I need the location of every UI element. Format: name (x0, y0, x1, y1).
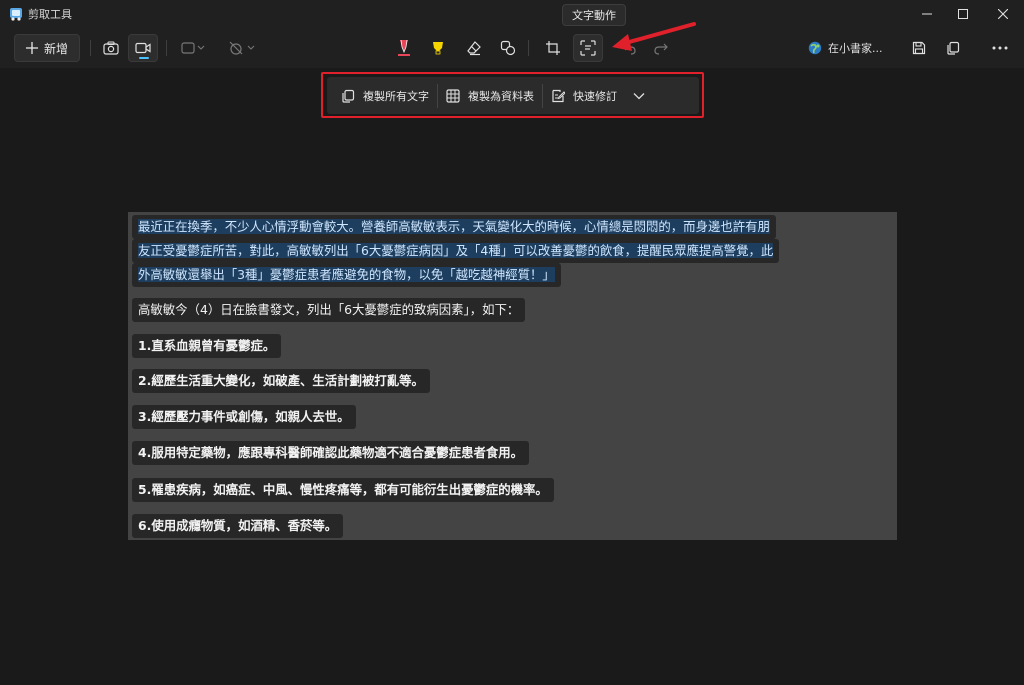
toolbar: 新增 在小書家... (0, 28, 1024, 68)
text-action-bar: 複製所有文字 複製為資料表 快速修訂 (327, 77, 699, 114)
eraser-icon (467, 41, 481, 56)
shapes-button[interactable] (493, 34, 523, 62)
camera-icon (103, 41, 119, 55)
shapes-icon (500, 40, 516, 56)
snipping-tool-window: 剪取工具 新增 在小書家... 文字動作 複製所有文字 複製為資料表 快速修訂 … (0, 0, 1024, 685)
pen-icon (398, 39, 410, 56)
quick-redact-label: 快速修訂 (573, 89, 617, 103)
chevron-down-icon (633, 92, 645, 99)
title-bar: 剪取工具 (0, 0, 1024, 28)
copy-all-text-label: 複製所有文字 (363, 89, 429, 103)
active-mode-indicator (139, 57, 149, 59)
snip-shape-dropdown[interactable] (176, 34, 210, 62)
list-item[interactable]: 5.罹患疾病，如癌症、中風、慢性疼痛等，都有可能衍生出憂鬱症的機率。 (132, 478, 554, 502)
close-button[interactable] (985, 0, 1021, 28)
window-title: 剪取工具 (28, 8, 72, 21)
crop-button[interactable] (538, 34, 568, 62)
screenshot-mode-button[interactable] (96, 34, 126, 62)
edit-note-icon (552, 89, 565, 102)
video-camera-icon (135, 42, 151, 54)
list-item[interactable]: 2.經歷生活重大變化，如破產、生活計劃被打亂等。 (132, 369, 430, 393)
annotation-arrow-icon (612, 22, 696, 51)
ballpoint-pen-button[interactable] (389, 34, 419, 62)
delay-timer-dropdown[interactable] (224, 34, 260, 62)
toolbar-divider (528, 40, 529, 56)
new-snip-button[interactable]: 新增 (14, 34, 80, 62)
crop-icon (546, 41, 560, 55)
no-timer-icon (229, 41, 255, 55)
video-mode-button[interactable] (128, 34, 158, 62)
text-actions-button[interactable] (573, 34, 603, 62)
eraser-button[interactable] (459, 34, 489, 62)
more-icon (992, 46, 1008, 50)
paragraph-2[interactable]: 高敏敏今（4）日在臉書發文，列出「6大憂鬱症的致病因素」，如下： (132, 298, 526, 322)
list-item[interactable]: 6.使用成癮物質，如酒精、香菸等。 (132, 514, 344, 538)
list-item[interactable]: 3.經歷壓力事件或創傷，如親人去世。 (132, 405, 356, 429)
more-text-actions-dropdown[interactable] (625, 82, 653, 110)
copy-icon (947, 41, 960, 55)
copy-as-table-label: 複製為資料表 (468, 89, 534, 103)
paragraph-1-line-1[interactable]: 最近正在換季，不少人心情浮動會較大。營養師高敏敏表示，天氣變化大的時候，心情總是… (132, 215, 776, 239)
minimize-icon (922, 13, 932, 15)
plus-icon (25, 42, 38, 54)
rectangle-snip-icon (181, 42, 205, 54)
list-item[interactable]: 1.直系血親曾有憂鬱症。 (132, 334, 282, 358)
highlighter-icon (433, 42, 443, 55)
quick-redact-button[interactable]: 快速修訂 (543, 82, 625, 110)
copy-button[interactable] (938, 34, 968, 62)
maximize-icon (958, 9, 968, 19)
toolbar-divider (90, 40, 91, 56)
maximize-button[interactable] (945, 0, 981, 28)
minimize-button[interactable] (909, 0, 945, 28)
account-area[interactable]: 在小書家... (808, 40, 883, 56)
text-actions-icon (580, 40, 596, 56)
highlighter-button[interactable] (423, 34, 453, 62)
close-icon (998, 9, 1008, 19)
more-options-button[interactable] (985, 34, 1015, 62)
new-snip-label: 新增 (43, 41, 68, 56)
list-item[interactable]: 4.服用特定藥物，應跟專科醫師確認此藥物適不適合憂鬱症患者食用。 (132, 441, 530, 465)
table-icon (446, 88, 460, 103)
snipping-tool-app-icon (10, 8, 22, 21)
save-icon (912, 41, 926, 55)
account-name: 在小書家... (828, 42, 883, 55)
toolbar-divider (166, 40, 167, 56)
globe-avatar-icon (808, 41, 822, 55)
save-button[interactable] (904, 34, 934, 62)
copy-text-icon (342, 89, 355, 103)
copy-all-text-button[interactable]: 複製所有文字 (333, 82, 437, 110)
copy-as-table-button[interactable]: 複製為資料表 (438, 82, 542, 110)
paragraph-1-line-3[interactable]: 外高敏敏還舉出「3種」憂鬱症患者應避免的食物，以免「越吃越神經質！」 (132, 263, 561, 287)
paragraph-1-line-2[interactable]: 友正受憂鬱症所苦，對此，高敏敏列出「6大憂鬱症病因」及「4種」可以改善憂鬱的飲食… (132, 239, 780, 263)
